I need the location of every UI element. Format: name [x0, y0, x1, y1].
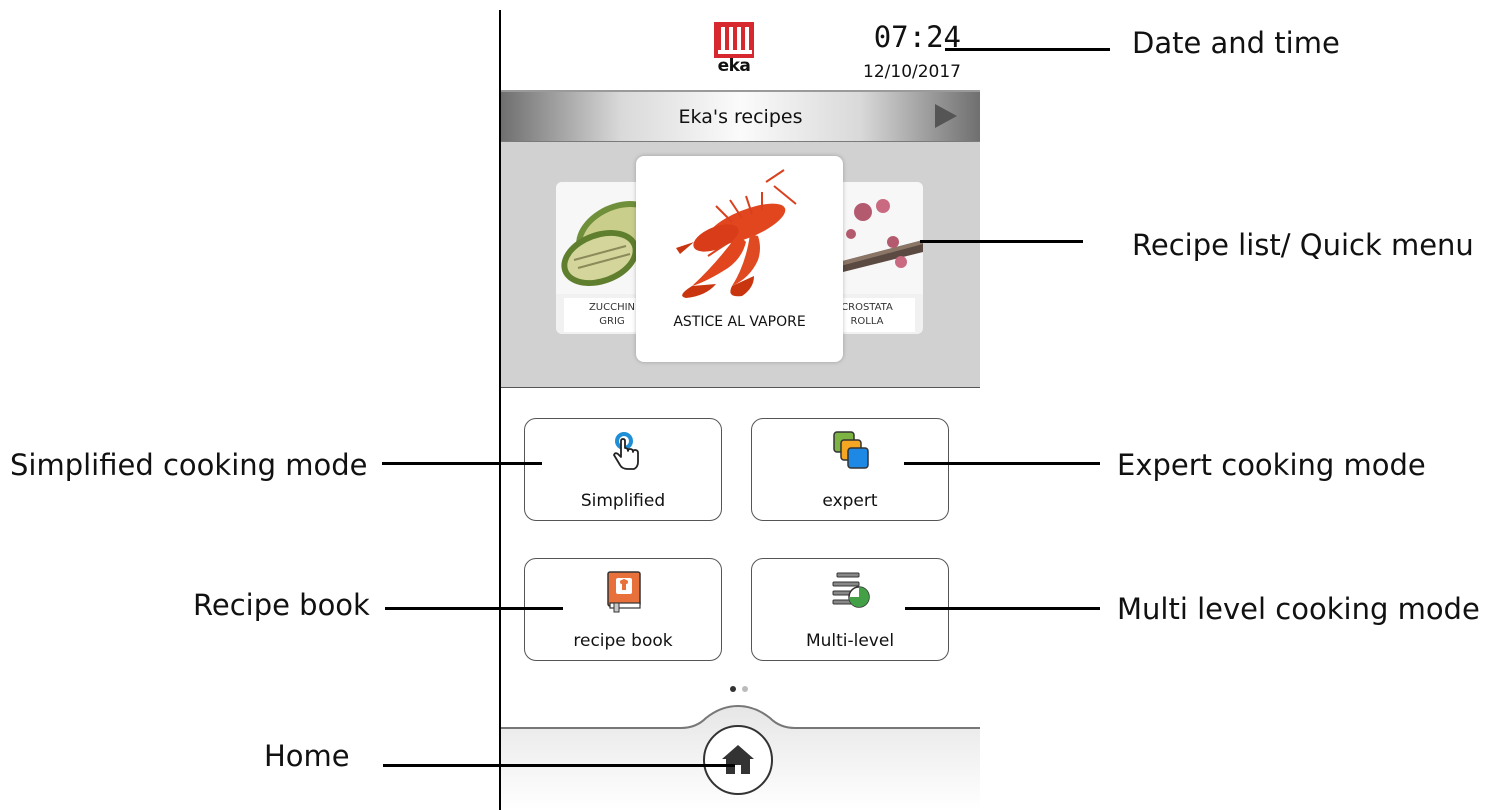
stacked-squares-icon: [833, 431, 869, 469]
card-label-line: CROSTATA: [841, 302, 893, 313]
callout-line-multilevel: [905, 607, 1100, 610]
next-arrow-icon[interactable]: [935, 104, 957, 128]
callout-multilevel: Multi level cooking mode: [1117, 592, 1480, 626]
simplified-label: Simplified: [580, 491, 666, 511]
hand-tap-icon: [613, 432, 639, 470]
recipe-card-astice[interactable]: ASTICE AL VAPORE: [636, 156, 843, 362]
callout-recipe-list: Recipe list/ Quick menu: [1132, 228, 1474, 262]
banner-title: Eka's recipes: [678, 106, 803, 128]
callout-line-recipe-book: [385, 607, 563, 610]
eka-logo-mark: [714, 22, 754, 58]
multilevel-label: Multi-level: [805, 631, 895, 651]
expert-label: expert: [822, 491, 878, 511]
expert-mode-button[interactable]: expert: [751, 418, 949, 521]
card-label-line: ZUCCHIN: [588, 302, 636, 313]
callout-home: Home: [264, 739, 350, 773]
recipe-card-label: ASTICE AL VAPORE: [673, 314, 806, 330]
lobster-image: [676, 169, 797, 298]
callout-line-expert: [904, 462, 1100, 465]
oven-display-screen: eka 07:24 12/10/2017 Eka's recipes ZUCCH…: [501, 0, 980, 810]
callout-line-home: [383, 764, 735, 767]
simplified-mode-button[interactable]: Simplified: [524, 418, 722, 521]
recipe-book-label: recipe book: [573, 631, 673, 651]
eka-logo: eka: [714, 22, 754, 78]
callout-line-date-time: [945, 48, 1110, 51]
home-icon: [722, 745, 754, 774]
callout-recipe-book: Recipe book: [193, 588, 370, 622]
book-icon: [607, 571, 641, 613]
callout-expert: Expert cooking mode: [1117, 448, 1426, 482]
clock-time: 07:24: [873, 20, 961, 54]
card-label-line: ROLLA: [850, 316, 884, 327]
page-dot-active: [730, 686, 736, 692]
recipes-banner[interactable]: Eka's recipes: [501, 90, 980, 142]
recipe-carousel[interactable]: ZUCCHIN GRIG CROSTATA ROLLA ASTICE AL VA…: [501, 142, 980, 388]
callout-line-recipe-list: [920, 240, 1083, 243]
eka-logo-text: eka: [717, 56, 751, 76]
clock-date: 12/10/2017: [863, 62, 961, 82]
callout-simplified: Simplified cooking mode: [10, 448, 368, 482]
callout-date-time: Date and time: [1132, 26, 1340, 60]
home-button[interactable]: [703, 725, 773, 795]
card-label-line: GRIG: [599, 316, 625, 327]
page-indicator: [728, 686, 754, 692]
callout-line-simplified: [382, 462, 542, 465]
trays-timer-icon: [832, 572, 870, 608]
page-dot: [742, 686, 748, 692]
